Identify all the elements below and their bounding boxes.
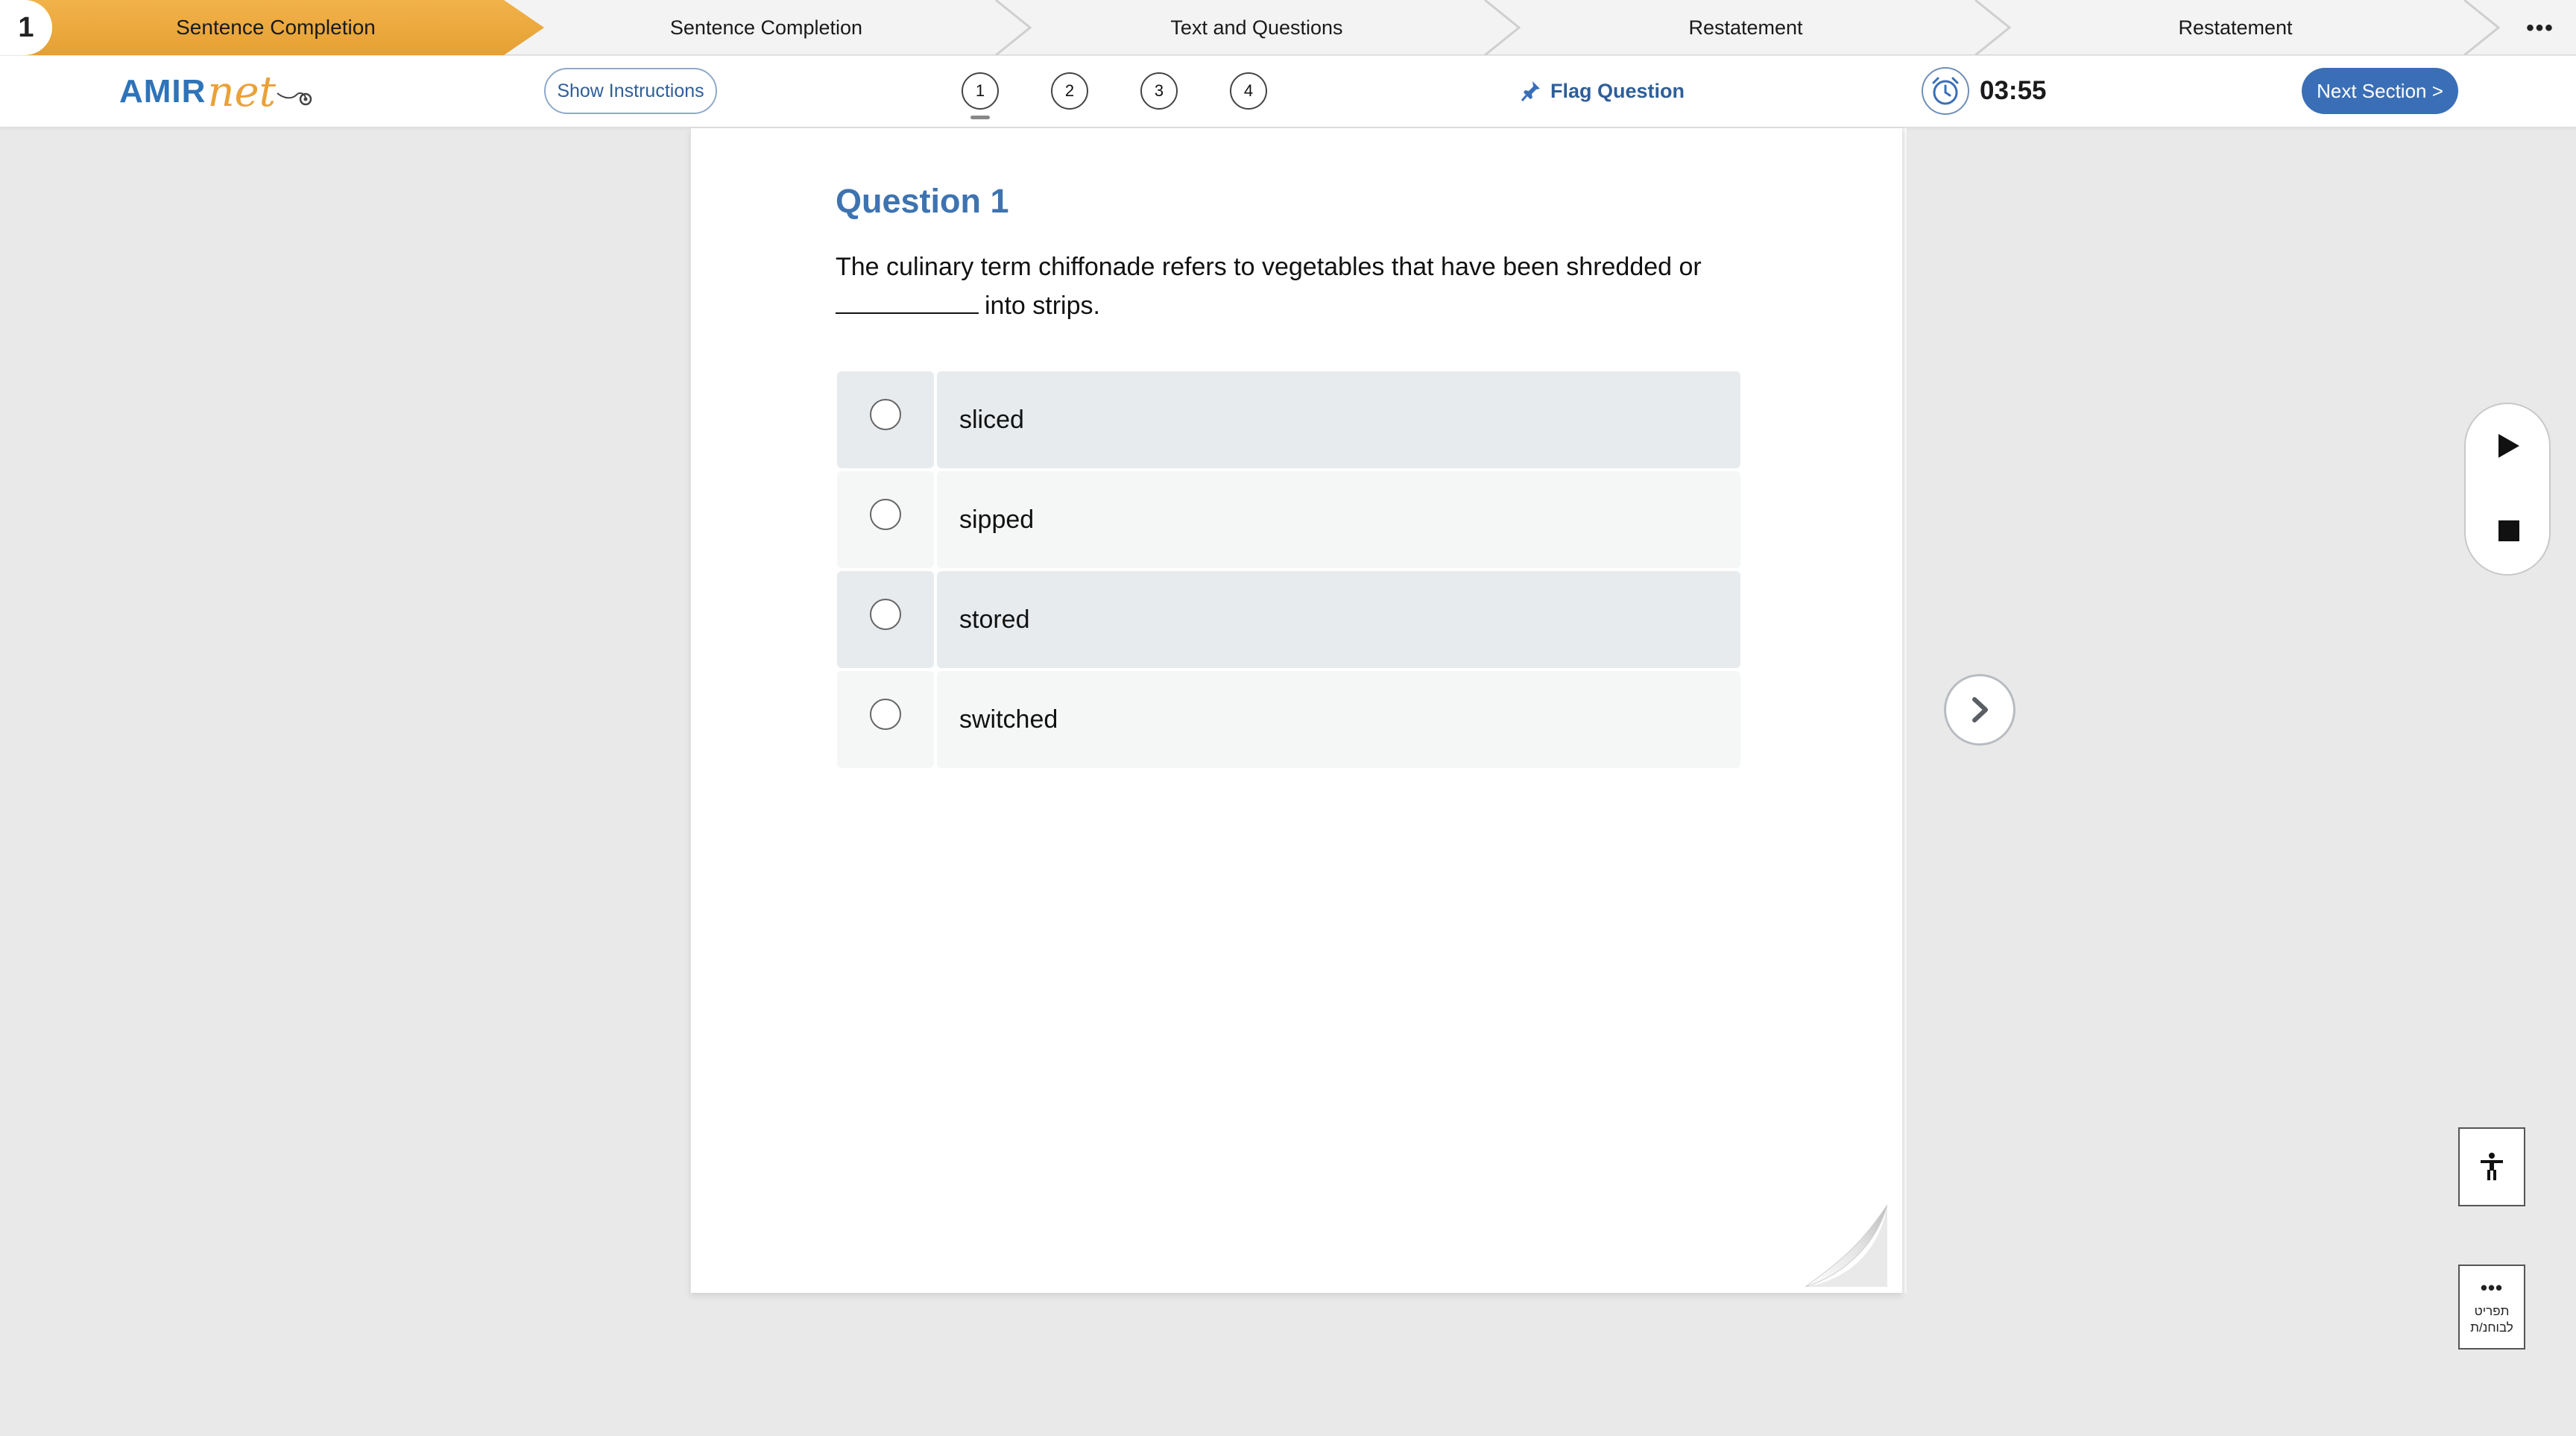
- examiner-menu-button[interactable]: ••• תפריט לבוחנ/ת: [2458, 1265, 2525, 1350]
- more-sections-button[interactable]: •••: [2518, 13, 2563, 43]
- examiner-menu-label-2: לבוחנ/ת: [2470, 1320, 2513, 1335]
- section-tab-label: Sentence Completion: [669, 16, 863, 39]
- answer-text[interactable]: switched: [937, 671, 1740, 768]
- answer-radio[interactable]: [870, 699, 901, 730]
- page-curl-icon: [1805, 1205, 1887, 1287]
- examiner-menu-dots: •••: [2480, 1276, 2504, 1299]
- section-divider-icon: [995, 0, 1032, 55]
- section-tab-label: Sentence Completion: [176, 16, 376, 39]
- accessibility-icon: [2481, 1153, 2503, 1180]
- answer-radio[interactable]: [870, 499, 901, 530]
- answer-blank: [836, 292, 979, 314]
- section-tab-label: Restatement: [2178, 16, 2293, 39]
- section-tab-5[interactable]: Restatement: [2015, 0, 2455, 55]
- question-number-3[interactable]: 3: [1140, 72, 1178, 110]
- play-icon[interactable]: [2496, 432, 2521, 459]
- alarm-clock-icon: [1922, 67, 1969, 115]
- section-divider-icon: [1484, 0, 1521, 55]
- section-tab-label: Text and Questions: [1170, 16, 1343, 39]
- stop-icon[interactable]: [2498, 520, 2519, 541]
- section-divider-icon: [2463, 0, 2501, 55]
- question-number-2[interactable]: 2: [1051, 72, 1088, 110]
- answer-text[interactable]: sliced: [937, 371, 1740, 468]
- answer-radio-cell: [837, 471, 934, 568]
- next-question-button[interactable]: [1944, 674, 2015, 746]
- logo-text-net: net: [207, 67, 277, 116]
- show-instructions-button[interactable]: Show Instructions: [544, 68, 717, 114]
- answer-radio-cell: [837, 571, 934, 668]
- examiner-menu-label-1: תפריט: [2474, 1304, 2510, 1318]
- question-number-1[interactable]: 1: [962, 72, 999, 110]
- section-tab-4[interactable]: Restatement: [1525, 0, 1966, 55]
- timer-value: 03:55: [1980, 76, 2047, 105]
- question-title: Question 1: [836, 182, 1009, 220]
- answer-option-4[interactable]: switched: [837, 671, 1740, 768]
- answer-radio-cell: [837, 671, 934, 768]
- flag-question-button[interactable]: Flag Question: [1521, 72, 1685, 110]
- next-section-button[interactable]: Next Section >: [2302, 68, 2458, 114]
- answer-radio[interactable]: [870, 599, 901, 630]
- accessibility-button[interactable]: [2458, 1127, 2525, 1206]
- question-text-after: into strips.: [985, 292, 1100, 320]
- answer-text[interactable]: stored: [937, 571, 1740, 668]
- section-tab-3[interactable]: Text and Questions: [1033, 0, 1480, 55]
- chevron-right-icon: [1972, 697, 1988, 722]
- timer: 03:55: [1922, 66, 2047, 116]
- answer-option-1[interactable]: sliced: [837, 371, 1740, 468]
- amirnet-logo: AMIR net: [119, 62, 313, 122]
- section-tab-2[interactable]: Sentence Completion: [544, 0, 988, 55]
- flag-question-label: Flag Question: [1550, 79, 1685, 102]
- question-number-4[interactable]: 4: [1230, 72, 1267, 110]
- question-text: The culinary term chiffonade refers to v…: [836, 248, 1760, 325]
- answer-options: sliced sipped stored switched: [837, 371, 1740, 771]
- current-question-indicator: [970, 116, 990, 119]
- answer-radio[interactable]: [870, 399, 901, 430]
- pin-icon: [1521, 80, 1541, 102]
- answer-option-2[interactable]: sipped: [837, 471, 1740, 568]
- answer-option-3[interactable]: stored: [837, 571, 1740, 668]
- section-tab-label: Restatement: [1688, 16, 1803, 39]
- section-divider-icon: [1974, 0, 2012, 55]
- logo-cursor-icon: [277, 92, 312, 106]
- answer-text[interactable]: sipped: [937, 471, 1740, 568]
- section-tab-1[interactable]: Sentence Completion: [0, 0, 544, 55]
- section-progress-bar: Sentence Completion 1 Sentence Completio…: [0, 0, 2576, 55]
- question-page: Question 1 The culinary term chiffonade …: [690, 128, 1902, 1293]
- answer-radio-cell: [837, 371, 934, 468]
- audio-controls: [2464, 403, 2551, 576]
- question-text-before: The culinary term chiffonade refers to v…: [836, 253, 1702, 281]
- toolbar: AMIR net Show Instructions 1 2 3 4 Flag …: [0, 56, 2576, 127]
- logo-text-amir: AMIR: [119, 73, 206, 110]
